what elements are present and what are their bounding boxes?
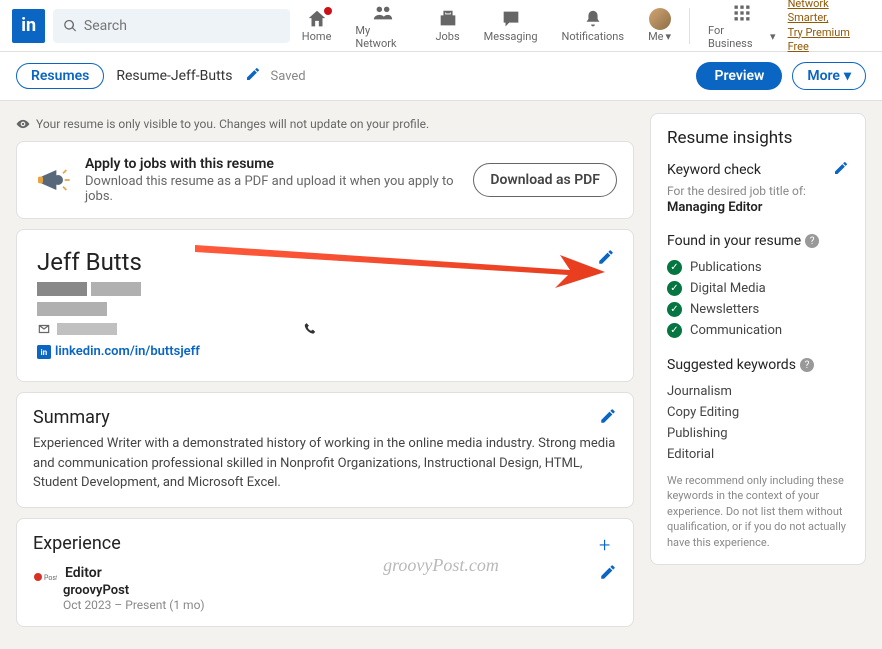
search-icon [63, 18, 77, 34]
edit-profile-icon[interactable] [597, 248, 615, 270]
keyword-found: ✓Digital Media [667, 278, 849, 299]
premium-link[interactable]: Network Smarter, Try Premium Free [788, 0, 870, 54]
nav-label: My Network [355, 24, 411, 50]
suggested-title: Suggested keywords ? [667, 357, 849, 373]
suggested-note: We recommend only including these keywor… [667, 473, 849, 550]
edit-experience-icon[interactable] [599, 563, 617, 585]
briefcase-icon [437, 8, 459, 30]
edit-filename-icon[interactable] [245, 66, 261, 86]
people-icon [372, 2, 394, 24]
check-icon: ✓ [667, 281, 682, 296]
nav-label: Messaging [484, 30, 538, 43]
visibility-notice: Your resume is only visible to you. Chan… [16, 113, 634, 141]
preview-button[interactable]: Preview [696, 62, 782, 90]
search-box[interactable] [53, 9, 289, 43]
insights-card: Resume insights Keyword check For the de… [650, 113, 866, 565]
resumes-pill[interactable]: Resumes [16, 63, 104, 89]
caret-down-icon: ▾ [844, 68, 851, 84]
help-icon[interactable]: ? [800, 358, 814, 372]
download-pdf-button[interactable]: Download as PDF [473, 163, 617, 197]
nav-label: For Business [708, 24, 768, 50]
notification-badge [323, 6, 333, 16]
nav-label: Home [302, 30, 332, 43]
summary-card: Summary Experienced Writer with a demons… [16, 392, 634, 508]
company-logo: Post [33, 567, 57, 577]
edit-keyword-icon[interactable] [833, 160, 849, 180]
redacted-line [37, 302, 613, 316]
job-title: Editor [65, 565, 102, 581]
keyword-suggested: Editorial [667, 444, 849, 465]
keyword-suggested: Journalism [667, 381, 849, 402]
redacted-line [37, 282, 613, 296]
insights-title: Resume insights [667, 128, 849, 148]
nav-label: Jobs [435, 30, 459, 43]
linkedin-url[interactable]: in linkedin.com/in/buttsjeff [37, 344, 613, 359]
svg-text:in: in [41, 346, 48, 356]
resume-filename: Resume-Jeff-Butts [116, 68, 232, 84]
keyword-suggested: Publishing [667, 423, 849, 444]
desired-job: Managing Editor [667, 200, 849, 215]
keyword-suggested: Copy Editing [667, 402, 849, 423]
linkedin-logo[interactable]: in [12, 9, 45, 43]
keyword-check-label: Keyword check [667, 162, 761, 178]
bell-icon [582, 8, 604, 30]
linkedin-icon: in [37, 345, 51, 359]
check-icon: ✓ [667, 323, 682, 338]
download-banner: Apply to jobs with this resume Download … [16, 141, 634, 219]
avatar-icon [649, 8, 671, 30]
caret-down-icon: ▾ [666, 30, 672, 43]
megaphone-icon [33, 160, 73, 200]
nav-label: Me [648, 30, 663, 43]
nav-network[interactable]: My Network [343, 2, 423, 50]
phone-icon [303, 322, 317, 336]
grid-icon [732, 3, 752, 23]
desired-label: For the desired job title of: [667, 184, 849, 198]
svg-text:Post: Post [44, 574, 57, 582]
search-input[interactable] [84, 18, 280, 34]
edit-summary-icon[interactable] [599, 407, 617, 429]
nav-me[interactable]: Me▾ [636, 8, 683, 43]
profile-name: Jeff Butts [37, 248, 613, 276]
help-icon[interactable]: ? [805, 234, 819, 248]
profile-card: Jeff Butts in linkedin.com/in/buttsjeff [16, 229, 634, 382]
summary-text: Experienced Writer with a demonstrated h… [33, 434, 617, 493]
saved-status: Saved [271, 69, 306, 84]
banner-title: Apply to jobs with this resume [85, 156, 473, 172]
keyword-found: ✓Publications [667, 257, 849, 278]
nav-notifications[interactable]: Notifications [550, 8, 637, 43]
redacted-email [57, 323, 117, 335]
mail-icon [37, 322, 51, 336]
banner-subtitle: Download this resume as a PDF and upload… [85, 174, 473, 204]
job-dates: Oct 2023 – Present (1 mo) [63, 598, 617, 612]
keyword-found: ✓Newsletters [667, 299, 849, 320]
eye-icon [16, 117, 30, 131]
caret-down-icon: ▾ [770, 30, 776, 43]
nav-business[interactable]: For Business▾ [696, 2, 788, 50]
found-title: Found in your resume ? [667, 233, 849, 249]
job-company: groovyPost [63, 583, 617, 598]
nav-label: Notifications [562, 30, 625, 43]
check-icon: ✓ [667, 302, 682, 317]
check-icon: ✓ [667, 260, 682, 275]
nav-messaging[interactable]: Messaging [472, 8, 550, 43]
keyword-found: ✓Communication [667, 320, 849, 341]
more-button[interactable]: More ▾ [792, 62, 866, 90]
add-experience-icon[interactable]: + [599, 533, 617, 557]
nav-jobs[interactable]: Jobs [423, 8, 471, 43]
message-icon [500, 8, 522, 30]
experience-title: Experience [33, 533, 617, 554]
summary-title: Summary [33, 407, 617, 428]
nav-home[interactable]: Home [290, 8, 344, 43]
experience-card: + Experience Post Editor groovyPost Oct … [16, 518, 634, 627]
